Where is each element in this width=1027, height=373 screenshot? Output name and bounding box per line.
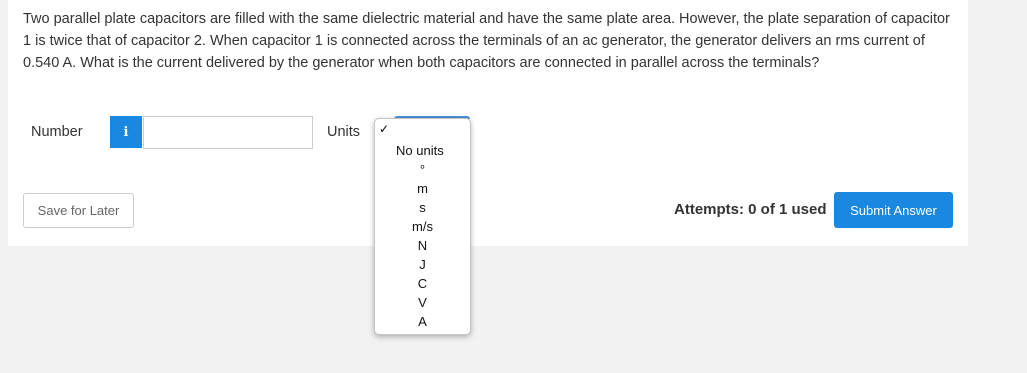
unit-option-v[interactable]: V bbox=[375, 293, 470, 312]
question-text: Two parallel plate capacitors are filled… bbox=[23, 11, 950, 71]
units-label: Units bbox=[327, 124, 361, 140]
checkmark-icon: ✓ bbox=[379, 122, 390, 136]
unit-option-n[interactable]: N bbox=[375, 236, 470, 255]
unit-option-m[interactable]: m bbox=[375, 179, 470, 198]
unit-option-m-per-s[interactable]: m/s bbox=[375, 217, 470, 236]
unit-option-degree[interactable]: ° bbox=[375, 160, 470, 179]
unit-option-s[interactable]: s bbox=[375, 198, 470, 217]
units-dropdown-menu[interactable]: ✓ No units ° m s m/s N J C V A bbox=[374, 118, 471, 335]
attempts-counter: Attempts: 0 of 1 used bbox=[674, 201, 827, 218]
unit-option-no-units[interactable]: No units bbox=[396, 141, 444, 160]
number-label: Number bbox=[31, 124, 83, 140]
question-card: Two parallel plate capacitors are filled… bbox=[8, 0, 968, 246]
unit-option-a[interactable]: A bbox=[375, 312, 470, 331]
save-for-later-button[interactable]: Save for Later bbox=[23, 193, 134, 228]
number-input[interactable] bbox=[143, 116, 313, 149]
unit-option-j[interactable]: J bbox=[375, 255, 470, 274]
info-icon[interactable]: i bbox=[110, 116, 142, 148]
unit-option-c[interactable]: C bbox=[375, 274, 470, 293]
submit-answer-button[interactable]: Submit Answer bbox=[834, 192, 953, 228]
